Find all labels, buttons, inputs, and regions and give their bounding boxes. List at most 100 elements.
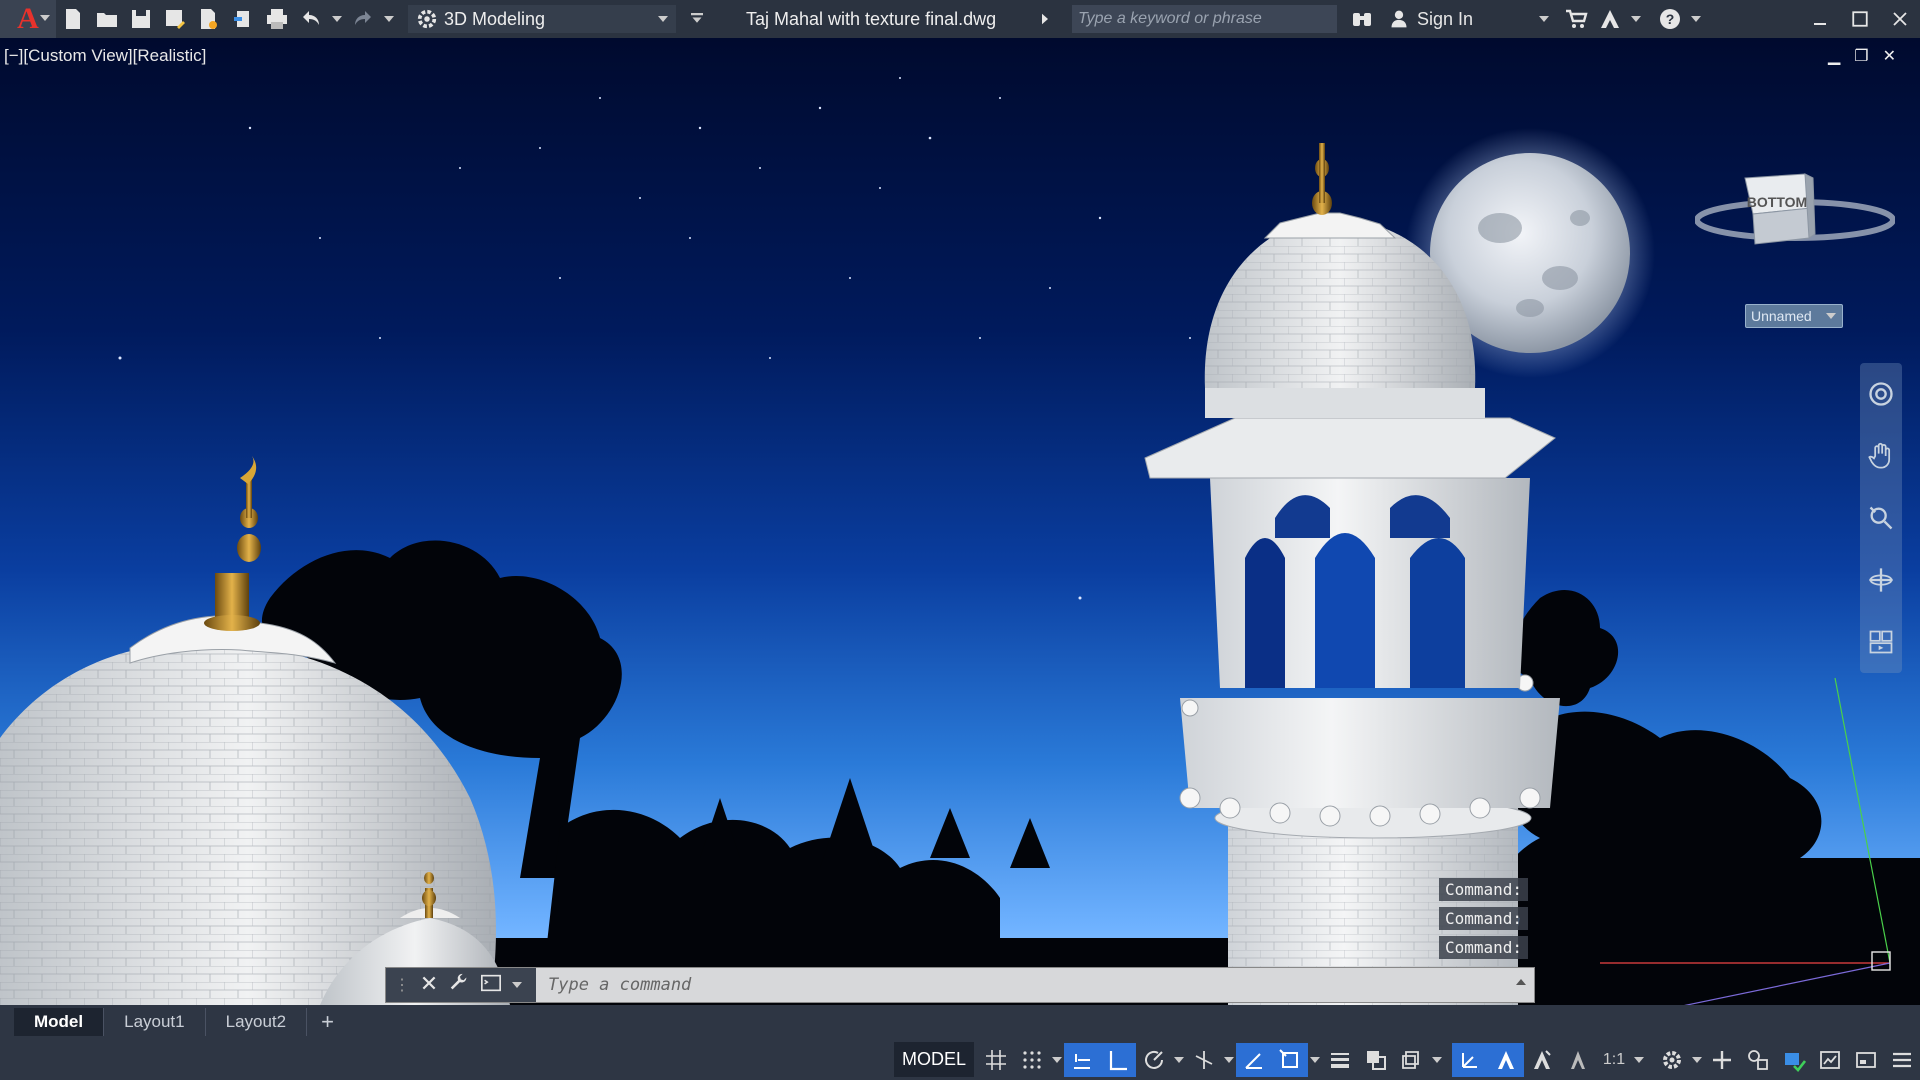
sign-in-label: Sign In — [1417, 8, 1474, 29]
pan-button[interactable] — [1860, 425, 1902, 487]
drawing-viewport[interactable]: [−][Custom View][Realistic] ▁ ❐ ✕ BOTTOM… — [0, 38, 1920, 1005]
scale-dropdown[interactable] — [1632, 1056, 1646, 1063]
polar-tracking-button[interactable] — [1136, 1043, 1172, 1077]
viewcube[interactable]: BOTTOM — [1694, 138, 1896, 288]
command-input[interactable]: Type a command — [548, 975, 691, 995]
annotation-monitor-button[interactable] — [1704, 1043, 1740, 1077]
steering-wheel-button[interactable] — [1860, 363, 1902, 425]
search-input[interactable]: Type a keyword or phrase — [1072, 5, 1337, 33]
command-line[interactable]: ⋮ Type a command — [385, 967, 1535, 1003]
new-icon — [66, 9, 80, 29]
add-layout-button[interactable]: + — [307, 1008, 348, 1036]
tab-layout2[interactable]: Layout2 — [206, 1008, 308, 1036]
save-as-button[interactable] — [158, 2, 192, 36]
transparency-button[interactable] — [1358, 1043, 1394, 1077]
workspace-dropdown[interactable] — [1690, 1056, 1704, 1063]
annotation-scale-button[interactable] — [1560, 1043, 1596, 1077]
new-button[interactable] — [56, 2, 90, 36]
tab-model[interactable]: Model — [14, 1008, 105, 1036]
polar-dropdown[interactable] — [1172, 1056, 1186, 1063]
viewport-minimize-icon[interactable]: ▁ — [1828, 46, 1840, 66]
annotation-scale-value[interactable]: 1:1 — [1596, 1051, 1632, 1069]
plot-button[interactable] — [260, 2, 294, 36]
customize-button[interactable] — [448, 972, 470, 999]
viewport-restore-icon[interactable]: ❐ — [1854, 46, 1868, 66]
redo-icon — [355, 11, 371, 25]
graphics-performance-button[interactable] — [1776, 1043, 1812, 1077]
application-menu-button[interactable]: A — [0, 0, 56, 38]
grid-icon — [986, 1049, 1006, 1070]
chevron-up-icon[interactable] — [1516, 979, 1526, 985]
sign-in-button[interactable]: Sign In — [1389, 8, 1549, 30]
gear-icon — [1663, 1050, 1681, 1069]
maximize-button[interactable] — [1840, 0, 1880, 38]
wrench-icon — [450, 973, 467, 989]
help-button[interactable]: ? — [1653, 2, 1687, 36]
steering-wheel-icon — [1869, 382, 1893, 406]
redo-button[interactable] — [346, 2, 380, 36]
zoom-extents-button[interactable] — [1860, 487, 1902, 549]
dynamic-ucs-button[interactable] — [1452, 1042, 1488, 1077]
customization-button[interactable] — [1884, 1043, 1920, 1077]
auto-scale-button[interactable] — [1524, 1043, 1560, 1077]
open-button[interactable] — [90, 2, 124, 36]
selection-cycling-dropdown[interactable] — [1430, 1056, 1444, 1063]
command-history: Command: Command: Command: — [1438, 878, 1528, 959]
model-space-button[interactable]: MODEL — [893, 1042, 974, 1077]
autocad-logo-icon: A — [17, 2, 39, 35]
grid-button[interactable] — [978, 1043, 1014, 1077]
expand-arrow-icon[interactable] — [1036, 2, 1054, 36]
viewport-close-icon[interactable]: ✕ — [1883, 46, 1896, 66]
infer-constraints-button[interactable] — [1064, 1042, 1100, 1077]
close-button[interactable] — [1880, 0, 1920, 38]
selection-cycling-button[interactable] — [1394, 1043, 1430, 1077]
store-button[interactable] — [1559, 2, 1593, 36]
a360-dropdown[interactable] — [1627, 2, 1645, 36]
autodesk-a360-button[interactable] — [1593, 2, 1627, 36]
snap-dropdown[interactable] — [1050, 1056, 1064, 1063]
polar-icon — [1145, 1050, 1163, 1069]
transparency-icon — [1367, 1050, 1386, 1070]
isometric-drafting-button[interactable] — [1186, 1043, 1222, 1077]
close-icon — [422, 976, 436, 989]
workspace-switcher[interactable]: 3D Modeling — [408, 5, 676, 33]
ortho-button[interactable] — [1100, 1042, 1136, 1077]
undo-button[interactable] — [294, 2, 328, 36]
minimize-button[interactable] — [1800, 0, 1840, 38]
plus-icon — [1713, 1050, 1731, 1069]
ucs-menu[interactable]: Unnamed — [1745, 304, 1843, 328]
close-command-line-button[interactable] — [420, 974, 438, 997]
undo-dropdown[interactable] — [328, 2, 346, 36]
fullscreen-button[interactable] — [1848, 1043, 1884, 1077]
object-snap-tracking-button[interactable] — [1236, 1042, 1272, 1077]
orbit-button[interactable] — [1860, 549, 1902, 611]
snap-button[interactable] — [1014, 1043, 1050, 1077]
tab-layout1[interactable]: Layout1 — [104, 1008, 206, 1036]
dynamic-ucs-icon — [1462, 1052, 1477, 1068]
customize-quick-access-button[interactable] — [688, 2, 706, 36]
user-icon — [1391, 10, 1407, 28]
redo-dropdown[interactable] — [380, 2, 398, 36]
isolate-objects-button[interactable] — [1740, 1043, 1776, 1077]
help-icon: ? — [1660, 9, 1680, 29]
viewport-label[interactable]: [−][Custom View][Realistic] — [4, 46, 206, 66]
clean-screen-button[interactable] — [1812, 1043, 1848, 1077]
workspace-switching-button[interactable] — [1654, 1043, 1690, 1077]
recent-commands-button[interactable] — [480, 972, 502, 999]
osnap-dropdown[interactable] — [1308, 1056, 1322, 1063]
chevron-down-icon[interactable] — [512, 982, 522, 988]
showmotion-button[interactable] — [1860, 611, 1902, 673]
isodraft-dropdown[interactable] — [1222, 1056, 1236, 1063]
object-snap-button[interactable] — [1272, 1042, 1308, 1077]
annotation-visibility-button[interactable] — [1488, 1042, 1524, 1077]
snap-grid-icon — [1023, 1050, 1041, 1069]
lineweight-button[interactable] — [1322, 1043, 1358, 1077]
layout-tabs: Model Layout1 Layout2 + — [0, 1005, 1920, 1039]
navigation-bar — [1860, 363, 1902, 673]
search-button[interactable] — [1345, 2, 1379, 36]
save-button[interactable] — [124, 2, 158, 36]
open-web-button[interactable] — [192, 2, 226, 36]
save-web-button[interactable] — [226, 2, 260, 36]
grip-icon[interactable]: ⋮ — [394, 975, 410, 995]
help-dropdown[interactable] — [1687, 2, 1705, 36]
